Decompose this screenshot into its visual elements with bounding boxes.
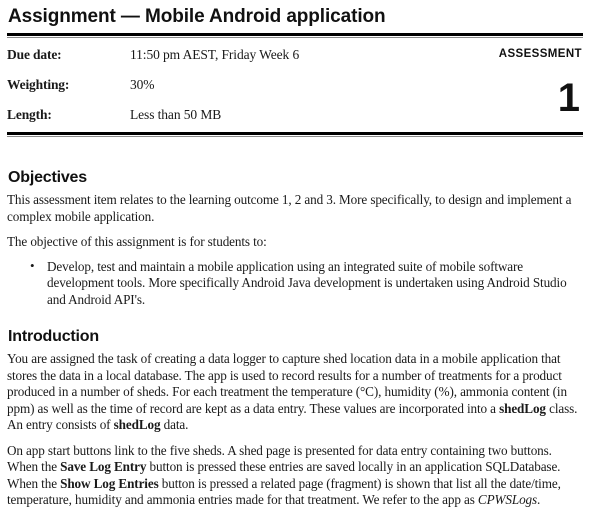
assessment-number: 1 (557, 76, 580, 120)
term-save-log-entry: Save Log Entry (60, 459, 147, 474)
assessment-meta-block: Due date: 11:50 pm AEST, Friday Week 6 W… (7, 38, 583, 132)
document-page: Assignment — Mobile Android application … (0, 3, 589, 521)
assessment-label: ASSESSMENT (498, 48, 582, 60)
page-title: Assignment — Mobile Android application (8, 6, 386, 27)
document-header: Assignment — Mobile Android application … (7, 3, 583, 137)
objectives-paragraph-2: The objective of this assignment is for … (7, 234, 267, 249)
length-label: Length: (7, 107, 52, 122)
intro-p1-text-3: data. (160, 417, 189, 432)
intro-p1-text-1: You are assigned the task of creating a … (7, 351, 567, 416)
introduction-heading: Introduction (8, 328, 99, 345)
term-shedlog-1: shedLog (499, 400, 546, 416)
due-date-label: Due date: (7, 47, 62, 62)
list-item: Develop, test and maintain a mobile appl… (30, 258, 583, 309)
term-show-log-entries: Show Log Entries (60, 475, 159, 491)
objectives-heading: Objectives (8, 169, 87, 186)
header-rule-bottom (7, 132, 583, 137)
section-introduction: Introduction You are assigned the task o… (7, 327, 583, 509)
introduction-paragraph-1: You are assigned the task of creating a … (7, 351, 583, 434)
term-shedlog-2: shedLog (113, 417, 161, 432)
term-cpwslogs: CPWSLogs (477, 492, 538, 507)
weighting-label: Weighting: (7, 77, 70, 92)
section-objectives: Objectives This assessment item relates … (7, 168, 583, 308)
intro-p2-text-4: . (537, 492, 541, 507)
assessment-badge: ASSESSMENT 1 (432, 48, 582, 118)
objectives-bullet-list: Develop, test and maintain a mobile appl… (7, 258, 583, 309)
introduction-paragraph-2: On app start buttons link to the five sh… (7, 443, 583, 509)
objectives-paragraph-1: This assessment item relates to the lear… (7, 192, 572, 224)
